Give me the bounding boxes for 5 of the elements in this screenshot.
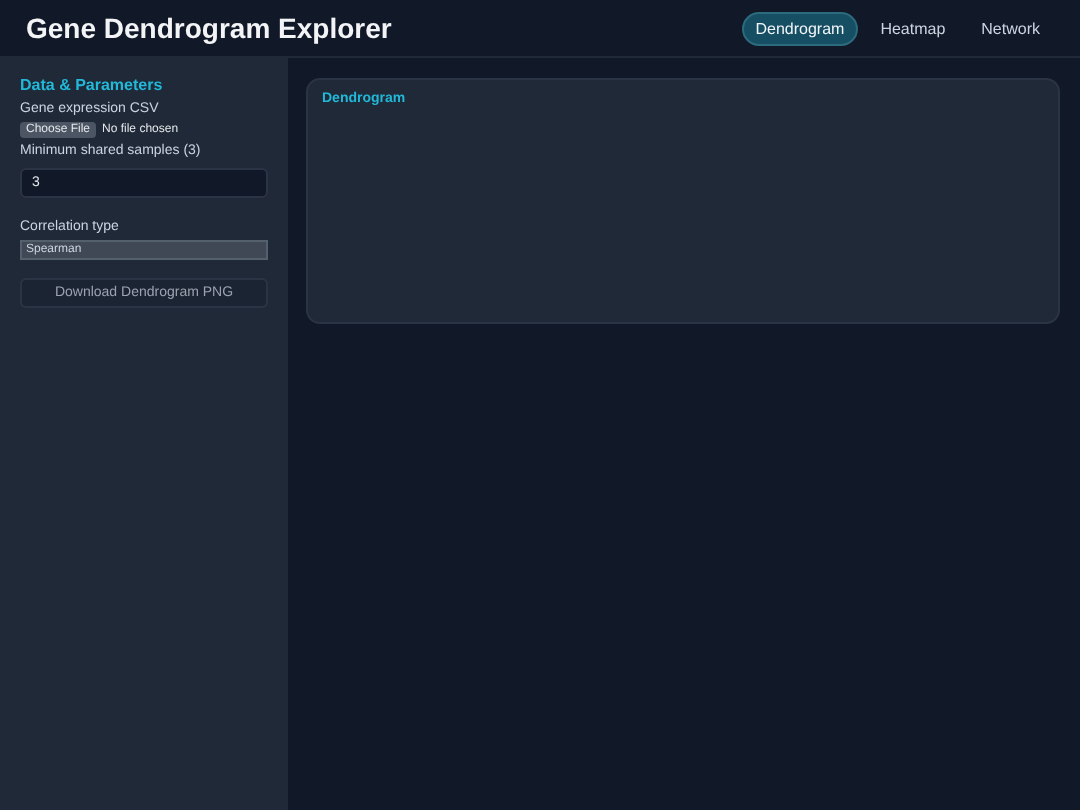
nav-tab[interactable]: Heatmap bbox=[866, 11, 960, 45]
nav-tab[interactable]: Network bbox=[967, 11, 1054, 45]
app-title: Gene Dendrogram Explorer bbox=[26, 12, 392, 44]
nav-tab[interactable]: Dendrogram bbox=[741, 11, 859, 45]
section-heading: Data & Parameters bbox=[20, 76, 165, 94]
